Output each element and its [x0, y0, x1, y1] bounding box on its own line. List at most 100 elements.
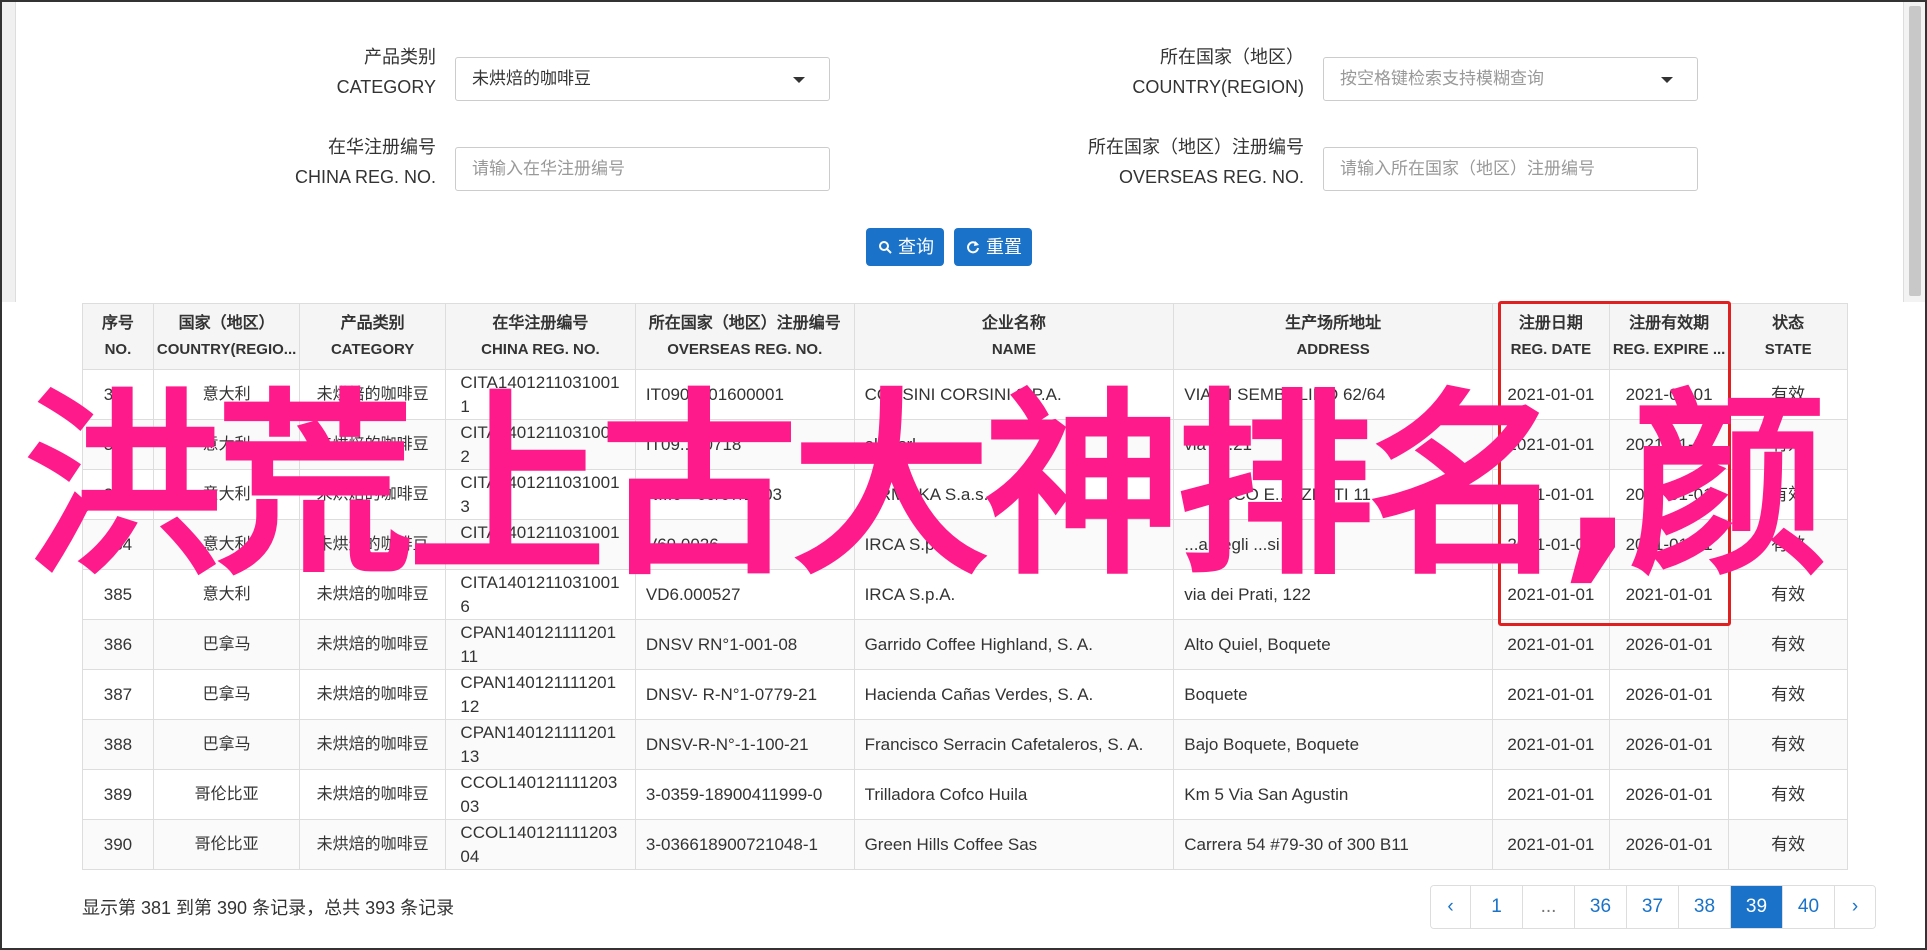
table-cell-text: 2026-01-01 [1625, 734, 1713, 754]
table-cell: 384 [82, 519, 154, 570]
pagination-page[interactable]: 38 [1679, 886, 1731, 928]
pagination-page[interactable]: 37 [1627, 886, 1679, 928]
table-cell-text: 未烘焙的咖啡豆 [316, 635, 429, 653]
table-cell-text: 387 [103, 684, 133, 704]
table-cell: 有效 [1728, 769, 1848, 820]
table-cell: 382 [82, 419, 154, 470]
country-label-en: COUNTRY(REGION) [1132, 77, 1304, 97]
table-cell: 387 [82, 669, 154, 720]
table-cell-text: 390 [103, 834, 133, 854]
country-label-zh: 所在国家（地区） [1160, 47, 1304, 67]
table-cell: CITA14012110310014 [444, 519, 636, 570]
table-cell: 巴拿马 [152, 619, 301, 670]
table-cell: 巴拿马 [152, 669, 301, 720]
table-cell: DNSV-R-N°-1-100-21 [634, 719, 855, 770]
table-cell: 未烘焙的咖啡豆 [299, 419, 446, 470]
table-cell-text: 2021-01-01 [1507, 634, 1595, 654]
table-cell-text: 有效 [1771, 384, 1806, 404]
table-cell-text: DNSV-R-N°-1-100-21 [645, 734, 809, 754]
table-cell: IRCA S.p.A. [853, 569, 1175, 620]
overseas-reg-input[interactable]: 请输入所在国家（地区）注册编号 [1323, 147, 1698, 191]
table-cell-text: 2026-01-01 [1625, 834, 1713, 854]
table-cell: IT0905101600001 [634, 369, 855, 420]
table-cell: 2026-01-01 [1608, 769, 1730, 820]
table-cell-text: alvi’ srl [864, 434, 916, 454]
category-label: 产品类别 CATEGORY [196, 42, 436, 102]
scrollbar-thumb[interactable] [1909, 6, 1921, 296]
table-cell: CPAN14012111120112 [444, 669, 636, 720]
column-header-en: COUNTRY(REGIO... [156, 340, 297, 358]
table-cell-text: 2026-01-01 [1625, 634, 1713, 654]
table-cell: Km 5 Via San Agustin [1173, 769, 1493, 820]
pagination-next[interactable]: › [1835, 886, 1875, 928]
table-cell-text: CITA14012110310011 [460, 372, 620, 416]
pagination: ‹ 1... 36 37 38 39 40 › [1430, 885, 1876, 929]
china-reg-label-zh: 在华注册编号 [328, 137, 436, 157]
table-cell-text: CITA14012110310016 [460, 572, 620, 616]
table-cell: 未烘焙的咖啡豆 [299, 819, 446, 870]
table-cell: 未烘焙的咖啡豆 [299, 769, 446, 820]
table-cell-text: ...RMOKA S.a.s. [864, 484, 989, 504]
table-row: 387 巴拿马 未烘焙的咖啡豆 CPAN14012111120112 DNSV- R-N… [82, 669, 1848, 720]
table-cell: CCOL14012111120304 [444, 819, 636, 870]
category-select-value: 未烘焙的咖啡豆 [472, 69, 591, 88]
pagination-page[interactable]: 36 [1575, 886, 1627, 928]
pagination-page[interactable]: ... [1523, 886, 1575, 928]
table-cell: CORSINI CORSINI S.P.A. [853, 369, 1175, 420]
table-cell-text: 389 [103, 784, 133, 804]
table-cell-text: 未烘焙的咖啡豆 [316, 385, 429, 403]
table-cell-text: 2026-01-01 [1625, 684, 1713, 704]
table-cell-text: via T...21 [1184, 434, 1252, 454]
query-button[interactable]: 查询 [866, 228, 944, 266]
table-cell-text: Hacienda Cañas Verdes, S. A. [864, 684, 1094, 704]
table-cell: 未烘焙的咖啡豆 [299, 519, 446, 570]
pagination-page[interactable]: 40 [1783, 886, 1835, 928]
column-header: 产品类别 CATEGORY [299, 303, 446, 370]
table-cell-text: 意大利 [202, 485, 251, 503]
pagination-page[interactable]: 39 [1731, 886, 1783, 928]
table-cell: 2026-01-01 [1608, 819, 1730, 870]
table-cell: 388 [82, 719, 154, 770]
table-cell-text: V69.0026... [645, 534, 733, 554]
table-cell: Green Hills Coffee Sas [853, 819, 1175, 870]
table-cell: 有效 [1728, 569, 1848, 620]
chevron-down-icon [793, 77, 805, 83]
search-icon [879, 241, 892, 254]
table-cell-text: CCOL14012111120303 [460, 772, 618, 816]
pagination-prev[interactable]: ‹ [1431, 886, 1471, 928]
category-label-en: CATEGORY [336, 77, 436, 97]
chevron-down-icon [1661, 77, 1673, 83]
table-cell-text: 383 [103, 484, 133, 504]
pagination-page[interactable]: 1 [1471, 886, 1523, 928]
column-header: 状态 STATE [1728, 303, 1848, 370]
date-columns-highlight [1498, 301, 1731, 626]
table-cell: IRCA S.p.A. [853, 519, 1175, 570]
column-header: 所在国家（地区）注册编号 OVERSEAS REG. NO. [634, 303, 855, 370]
table-cell-text: 有效 [1771, 534, 1806, 554]
table-cell: Garrido Coffee Highland, S. A. [853, 619, 1175, 670]
china-reg-input-placeholder: 请输入在华注册编号 [472, 159, 625, 178]
category-select[interactable]: 未烘焙的咖啡豆 [455, 57, 830, 101]
table-cell: 有效 [1728, 519, 1848, 570]
table-cell: 有效 [1728, 619, 1848, 670]
china-reg-input[interactable]: 请输入在华注册编号 [455, 147, 830, 191]
country-select[interactable]: 按空格键检索支持模糊查询 [1323, 57, 1698, 101]
table-cell: 未烘焙的咖啡豆 [299, 569, 446, 620]
table-cell: alvi’ srl [853, 419, 1175, 470]
table-cell-text: Francisco Serracin Cafetaleros, S. A. [864, 734, 1144, 754]
table-cell-text: 未烘焙的咖啡豆 [316, 535, 429, 553]
column-header-zh: 序号 [101, 314, 134, 332]
table-cell: 3-036618900721048-1 [634, 819, 855, 870]
table-cell: DNSV RN°1-001-08 [634, 619, 855, 670]
table-row: 386 巴拿马 未烘焙的咖啡豆 CPAN14012111120111 DNSV RN°1… [82, 619, 1848, 670]
table-cell: Alto Quiel, Boquete [1173, 619, 1493, 670]
column-header-zh: 状态 [1772, 314, 1805, 332]
table-cell-text: IT09...00718 [645, 434, 742, 454]
table-cell: VD6.000527 [634, 569, 855, 620]
table-cell: 未烘焙的咖啡豆 [299, 469, 446, 520]
table-cell-text: CITA14012110310013 [460, 472, 620, 516]
table-cell: 有效 [1728, 719, 1848, 770]
table-cell: 有效 [1728, 669, 1848, 720]
table-cell-text: 3-0359-18900411999-0 [645, 784, 823, 804]
reset-button[interactable]: 重置 [954, 228, 1032, 266]
